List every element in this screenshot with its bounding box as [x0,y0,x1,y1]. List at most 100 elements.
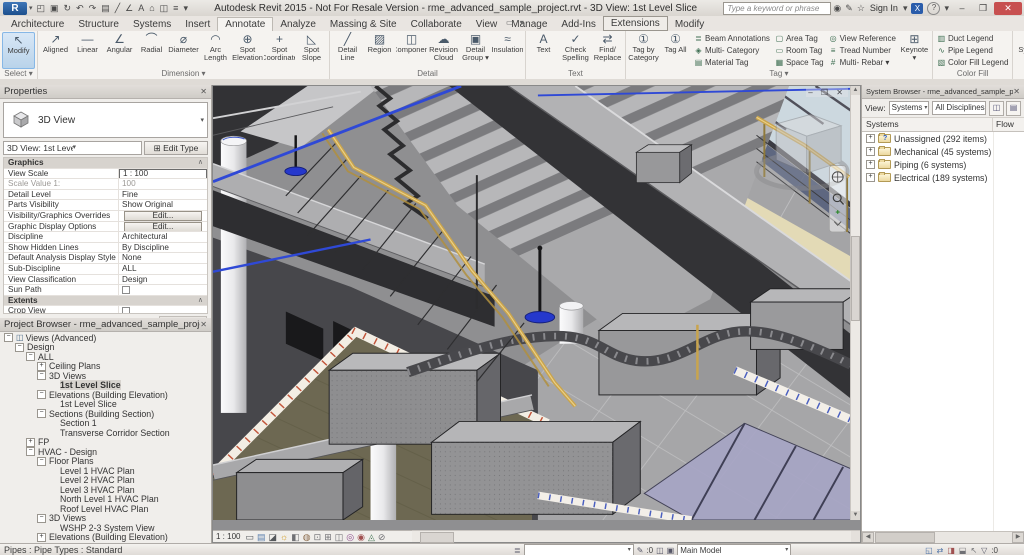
ribbon-button[interactable]: + Spot Coordinate [264,32,295,69]
tree-item[interactable]: + FP [0,437,211,447]
aligned-dim-icon[interactable]: ∠ [125,1,133,15]
property-value[interactable] [119,306,207,313]
system-row[interactable]: + ? Unassigned (292 items) [862,132,1024,145]
3d-view-scene[interactable] [213,86,851,520]
tree-item-label[interactable]: Level 3 HVAC Plan [60,485,135,495]
scroll-right-icon[interactable]: ▶ [1012,532,1024,543]
column-headers[interactable]: Systems Flow [862,117,1024,132]
workset-dropdown[interactable]: ▾ [523,544,634,555]
systems-dropdown[interactable]: Systems ▾ [888,101,930,115]
tree-item-label[interactable]: 1st Level Slice [60,380,121,391]
ribbon-panel-label[interactable]: Tag ▾ [626,69,932,79]
tree-expander-icon[interactable]: − [37,456,46,466]
system-row[interactable]: + Mechanical (45 systems) [862,145,1024,158]
pin-icon[interactable]: ↖ [970,546,977,555]
close-button[interactable]: ✕ [994,1,1022,15]
property-value[interactable]: 100 [119,179,207,189]
design-option-dropdown[interactable]: Main Model ▾ [677,544,792,555]
tree-item-label[interactable]: 3D Views [49,513,86,523]
ribbon-tab[interactable]: Add-Ins [554,18,602,31]
navigation-bar[interactable] [828,165,847,233]
ribbon-button[interactable]: ▤ Material Tag [694,57,770,68]
ribbon-tab[interactable]: Modify [668,18,711,31]
view-window-controls[interactable]: ‒ ❒ ✕ [806,88,848,97]
disciplines-dropdown[interactable]: All Disciplines▾ [932,101,986,115]
view-selector-dropdown[interactable]: 3D View: 1st Level Slice ▾ [3,141,142,155]
crop-region-icon[interactable]: ⊞ [324,532,332,542]
ribbon-panel-label[interactable]: Symbol [1013,69,1024,79]
tree-item-label[interactable]: Level 2 HVAC Plan [60,475,135,485]
property-value[interactable]: By Discipline [119,243,207,253]
tree-expander-icon[interactable]: + [866,173,875,182]
ribbon-tab[interactable]: Architecture [4,18,71,31]
shadows-icon[interactable]: ◧ [291,532,300,542]
ribbon-tab[interactable]: Analyze [273,18,323,31]
scroll-up-icon[interactable]: ▲ [851,86,860,95]
scale-label[interactable]: 1 : 100 [216,532,240,541]
editing-requests-icon[interactable]: ◫ [656,546,664,555]
tree-item-label[interactable]: Views (Advanced) [26,333,97,343]
ribbon-tab[interactable]: Massing & Site [323,18,404,31]
tree-expander-icon[interactable]: − [37,409,46,419]
ribbon-panel-label[interactable]: Detail [330,69,525,79]
property-value[interactable]: None [119,253,207,263]
system-row-label[interactable]: Unassigned (292 items) [894,134,987,144]
property-row[interactable]: Crop View [4,306,207,313]
tree-item[interactable]: + Ceiling Plans [0,361,211,371]
tree-item[interactable]: WSHP 2-3 System View [0,523,211,533]
ribbon-button[interactable]: ≡ Tread Number [829,45,896,56]
ribbon-button[interactable]: # Multi- Rebar ▾ [829,57,896,68]
system-browser-header[interactable]: System Browser - rme_advanced_sample_pro… [862,85,1024,99]
sign-in-caret-icon[interactable]: ▾ [903,3,908,14]
communication-center-icon[interactable]: ✎ [845,3,853,14]
undo-icon[interactable]: ↶ [76,1,84,15]
property-value[interactable]: Edit... [119,210,207,221]
property-row[interactable]: Default Analysis Display Style None [4,253,207,264]
tree-item-label[interactable]: Ceiling Plans [49,361,100,371]
restore-button[interactable]: ❒ [973,2,993,15]
property-row[interactable]: Detail Level Fine [4,189,207,201]
crop-view-icon[interactable]: ⊡ [314,532,322,542]
tree-expander-icon[interactable]: + [26,437,35,447]
ribbon-panel-label[interactable]: Dimension ▾ [38,69,329,79]
property-row[interactable]: Scale Value 1: 100 [4,179,207,190]
property-row[interactable]: Parts Visibility Show Original [4,200,207,211]
ribbon-button[interactable]: ◉ Symbol [1015,32,1024,69]
ribbon-button[interactable]: ∿ Pipe Legend [937,45,1008,56]
ribbon-tab[interactable]: Structure [71,18,126,31]
system-row-label[interactable]: Mechanical (45 systems) [894,147,991,157]
tree-item[interactable]: + Elevations (Building Elevation) [0,532,211,542]
ribbon-button[interactable]: ⌀ Diameter [168,32,199,69]
tree-item-label[interactable]: Elevations (Building Elevation) [49,390,168,400]
tree-item[interactable]: − HVAC - Design [0,447,211,457]
property-row[interactable]: View Scale 1 : 100 [4,168,207,180]
tree-item[interactable]: Roof Level HVAC Plan [0,504,211,514]
system-row-label[interactable]: Electrical (189 systems) [894,173,987,183]
column-settings-icon[interactable]: ▤ [1006,100,1021,116]
scroll-left-icon[interactable]: ◀ [862,532,874,543]
minimize-button[interactable]: ‒ [952,2,972,15]
property-value[interactable] [119,285,207,295]
property-value[interactable]: Edit... [119,221,207,232]
tree-item[interactable]: North Level 1 HVAC Plan [0,494,211,504]
ribbon-button[interactable]: ▣ Detail Group ▾ [460,32,491,69]
tree-expander-icon[interactable]: − [15,342,24,352]
exclude-options-icon[interactable]: ⇄ [937,546,944,555]
press-drag-icon[interactable]: ◨ [947,546,955,555]
app-menu-caret-icon[interactable]: ▾ [29,4,33,12]
tree-item-label[interactable]: Sections (Building Section) [49,409,154,419]
links-icon[interactable]: ⬓ [959,546,967,555]
search-go-icon[interactable]: ◉ [833,3,841,14]
property-row[interactable]: Graphic Display Options Edit... [4,221,207,233]
tree-item[interactable]: 1st Level Slice [0,380,211,391]
ribbon-button[interactable]: ◺ Spot Slope [296,32,327,69]
tree-item[interactable]: Level 1 HVAC Plan [0,466,211,476]
property-value[interactable]: ALL [119,264,207,274]
search-input[interactable]: Type a keyword or phrase [723,1,832,15]
ribbon-button[interactable]: ⌒ Radial [136,32,167,69]
ribbon-button[interactable]: ① Tag by Category [628,32,659,69]
tree-item[interactable]: − ◫ Views (Advanced) [0,333,211,343]
tree-item-label[interactable]: Roof Level HVAC Plan [60,504,148,514]
ribbon-button[interactable]: ⊕ Spot Elevation [232,32,263,69]
tree-item[interactable]: Level 2 HVAC Plan [0,475,211,485]
